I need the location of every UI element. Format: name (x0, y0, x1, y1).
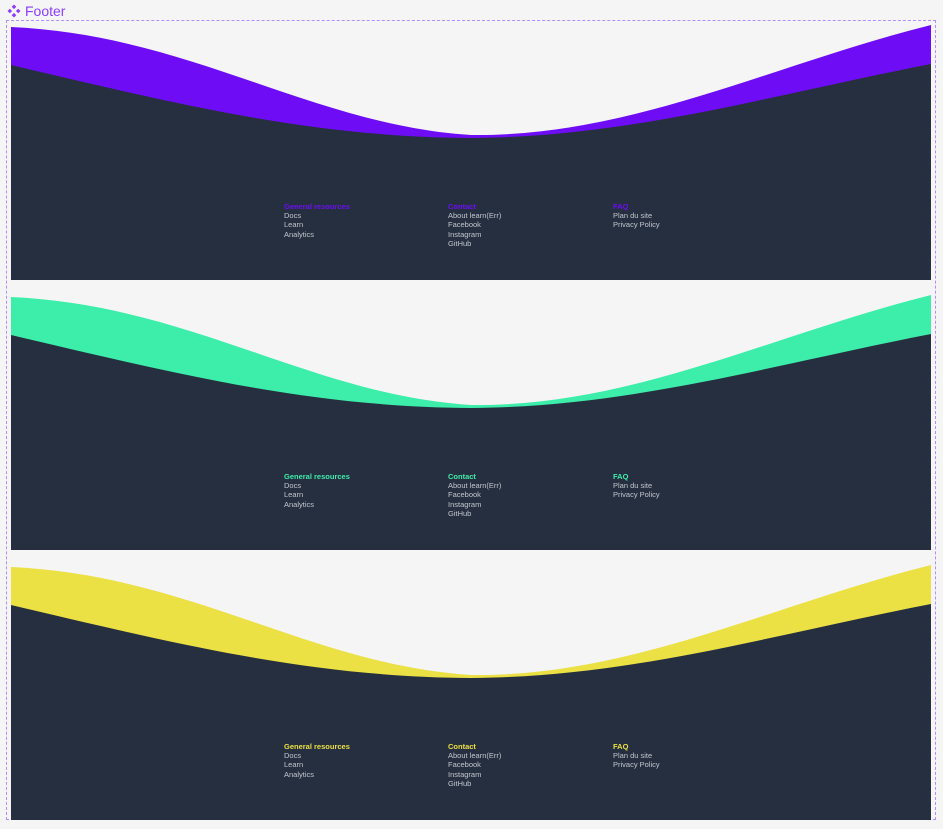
footer-link[interactable]: Plan du site (613, 481, 660, 490)
footer-link[interactable]: About learn(Err) (448, 751, 501, 760)
footer-link[interactable]: About learn(Err) (448, 481, 501, 490)
footer-column: FAQ Plan du site Privacy Policy (613, 472, 660, 500)
footer-column: FAQ Plan du site Privacy Policy (613, 202, 660, 230)
footer-columns: General resources Docs Learn Analytics Conta… (11, 202, 931, 262)
footer-link[interactable]: Instagram (448, 770, 501, 779)
footer-column: Contact About learn(Err) Facebook Instagram… (448, 202, 501, 248)
footer-column: Contact About learn(Err) Facebook Instagram… (448, 472, 501, 518)
footer-column-title: FAQ (613, 472, 629, 481)
footer-column-title: Contact (448, 202, 476, 211)
footer-variant-1: General resources Docs Learn Analytics Conta… (11, 25, 931, 280)
footer-link[interactable]: Docs (284, 211, 350, 220)
footer-link[interactable]: Facebook (448, 490, 501, 499)
footer-link[interactable]: Privacy Policy (613, 760, 660, 769)
footer-link[interactable]: GitHub (448, 239, 501, 248)
footer-link[interactable]: About learn(Err) (448, 211, 501, 220)
footer-link[interactable]: Learn (284, 760, 350, 769)
footer-column-title: FAQ (613, 202, 629, 211)
footer-link[interactable]: Privacy Policy (613, 490, 660, 499)
footer-column: General resources Docs Learn Analytics (284, 202, 350, 239)
footer-link[interactable]: Analytics (284, 500, 350, 509)
footer-column: Contact About learn(Err) Facebook Instagram… (448, 742, 501, 788)
footer-column: FAQ Plan du site Privacy Policy (613, 742, 660, 770)
footer-link[interactable]: Analytics (284, 230, 350, 239)
footer-variant-3: General resources Docs Learn Analytics Conta… (11, 565, 931, 820)
footer-column-title: Contact (448, 742, 476, 751)
footer-link[interactable]: Privacy Policy (613, 220, 660, 229)
footer-link[interactable]: GitHub (448, 779, 501, 788)
footer-link[interactable]: Analytics (284, 770, 350, 779)
component-icon (7, 4, 21, 18)
footer-link[interactable]: GitHub (448, 509, 501, 518)
design-canvas: Footer General resources Docs Learn Analyti… (0, 0, 943, 829)
footer-column-title: General resources (284, 202, 350, 211)
footer-column-title: FAQ (613, 742, 629, 751)
footer-link[interactable]: Docs (284, 481, 350, 490)
frame-title: Footer (25, 3, 66, 19)
footer-column-title: General resources (284, 472, 350, 481)
frame-label[interactable]: Footer (7, 2, 65, 20)
footer-link[interactable]: Instagram (448, 230, 501, 239)
footer-columns: General resources Docs Learn Analytics Conta… (11, 742, 931, 802)
footer-link[interactable]: Learn (284, 220, 350, 229)
footer-columns: General resources Docs Learn Analytics Conta… (11, 472, 931, 532)
footer-link[interactable]: Plan du site (613, 211, 660, 220)
footer-variant-2: General resources Docs Learn Analytics Conta… (11, 295, 931, 550)
footer-link[interactable]: Instagram (448, 500, 501, 509)
footer-link[interactable]: Learn (284, 490, 350, 499)
footer-column: General resources Docs Learn Analytics (284, 742, 350, 779)
footer-column: General resources Docs Learn Analytics (284, 472, 350, 509)
footer-column-title: Contact (448, 472, 476, 481)
footer-link[interactable]: Facebook (448, 760, 501, 769)
footer-column-title: General resources (284, 742, 350, 751)
footer-link[interactable]: Docs (284, 751, 350, 760)
footer-link[interactable]: Plan du site (613, 751, 660, 760)
footer-link[interactable]: Facebook (448, 220, 501, 229)
